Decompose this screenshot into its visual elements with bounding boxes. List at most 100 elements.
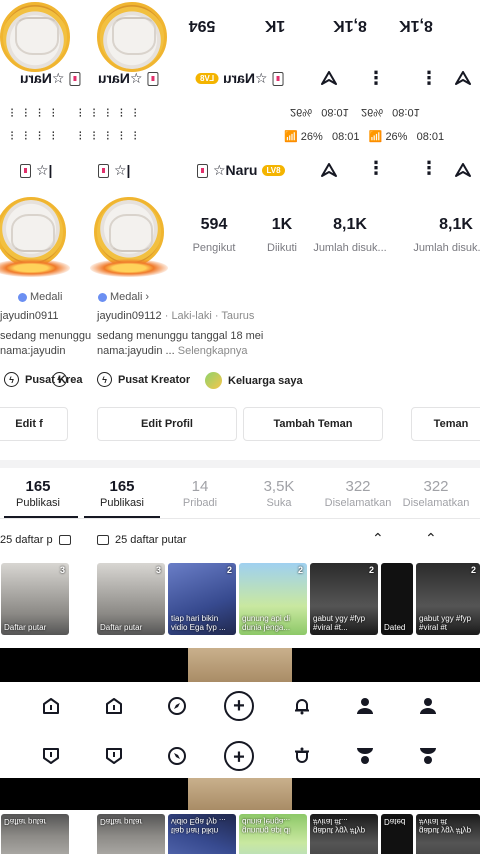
tab-value: 322 — [423, 478, 449, 495]
tab-saved[interactable]: 322 Diselamatkan — [318, 478, 398, 509]
playlist-thumb[interactable]: 2 gunung api di dunia jenga... — [239, 563, 307, 635]
friends-icon[interactable] — [104, 696, 124, 716]
status-dots-row-2: ⁝ ⁝ ⁝ ⁝ ⁝ ⁝ ⁝ ⁝ ⁝ — [10, 128, 141, 143]
name-row-center: ☆| — [98, 162, 130, 179]
thumb-caption: Dated — [384, 623, 406, 632]
avatar-frame-flame — [90, 259, 168, 277]
thumb-caption: gunung api di dunia jenga... — [242, 614, 291, 632]
playlist-thumb: Daftar putar — [1, 814, 69, 854]
profile-icon[interactable] — [355, 696, 375, 716]
video-thumb[interactable] — [188, 648, 292, 682]
avatar-left[interactable] — [0, 197, 66, 267]
tab-publications-partial[interactable]: 165 Publikasi — [0, 478, 78, 509]
chevron-up-icon-2[interactable]: ⌃ — [425, 530, 437, 547]
share-icon[interactable] — [318, 160, 340, 182]
more-icon[interactable]: ⋮ — [367, 158, 385, 179]
tab-value: 165 — [109, 478, 135, 495]
plus-icon[interactable]: + — [224, 691, 254, 721]
card-icon — [272, 71, 284, 86]
bottom-nav-mirror: + — [0, 728, 480, 780]
playlist-thumb: gunung api di dunia jenga... — [239, 814, 307, 854]
avatar[interactable] — [94, 197, 164, 267]
add-friend-button-partial[interactable]: Teman — [411, 407, 480, 441]
creator-center[interactable]: ϟ — [52, 372, 67, 387]
playlist-thumb[interactable]: 2 tiap hari bikin vidio Ega fyp ... — [168, 563, 236, 635]
mirror-stat-2: 8,1K — [333, 17, 367, 34]
discover-icon[interactable] — [167, 696, 187, 716]
bio-ellipsis: ... — [165, 345, 178, 357]
creator-center-main[interactable]: ϟ Pusat Kreator — [97, 372, 190, 387]
profile-icon-2 — [418, 746, 438, 766]
tab-publications[interactable]: 165 Publikasi — [82, 478, 162, 509]
family-link[interactable]: Keluarga saya — [205, 372, 303, 389]
share-icon-2[interactable] — [452, 160, 474, 182]
mirror-name-row-left: ☆Naru — [20, 70, 81, 87]
inbox-icon[interactable] — [292, 696, 312, 716]
profile-icon-2[interactable] — [418, 696, 438, 716]
status-bar: 📶 26% 08:01 📶 26% 08:01 — [284, 130, 444, 143]
share-icon-mirror-1[interactable] — [318, 68, 340, 90]
medal-left[interactable]: Medali — [18, 291, 62, 303]
left-bio-2: nama:jayudin — [0, 345, 66, 357]
tab-likes[interactable]: 3,5K Suka — [239, 478, 319, 509]
stat-likes[interactable]: 8,1K — [320, 216, 380, 234]
more-icon-2[interactable]: ⋮ — [420, 158, 438, 179]
add-friend-button[interactable]: Tambah Teman — [243, 407, 383, 441]
bolt-icon: ϟ — [52, 372, 67, 387]
mirror-name-row-right: ☆Naru LV8 — [196, 70, 284, 87]
tab-saved-partial[interactable]: 322 Diselamatkan — [396, 478, 476, 509]
thumb-caption: gabut ygy #fyp #viral #t... — [313, 614, 366, 632]
stat-likes-partial: 8,1K — [439, 216, 473, 233]
level-badge: LV8 — [196, 73, 219, 84]
share-icon-mirror-2[interactable] — [452, 68, 474, 90]
chevron-right-icon: › — [145, 291, 150, 303]
playlist-thumb[interactable]: 2 gabut ygy #fyp #viral #t... — [310, 563, 378, 635]
see-more-link[interactable]: Selengkapnya — [178, 345, 248, 357]
tab-private[interactable]: 14 Pribadi — [160, 478, 240, 509]
creator-label: Pusat Kreator — [118, 373, 191, 386]
thumb-caption: gabut ygy #fyp #viral #t — [419, 817, 472, 835]
playlist-thumb[interactable]: 2 gabut ygy #fyp #viral #t — [416, 563, 480, 635]
mirror-stat-4: 594 — [188, 17, 216, 34]
creator-center-left[interactable]: ϟ Pusat Krea — [4, 372, 82, 387]
playlist-thumb[interactable]: Dated — [381, 563, 413, 635]
thumb-caption: gabut ygy #fyp #viral #t... — [313, 817, 366, 835]
name-fragment: ☆| — [114, 162, 131, 178]
battery-text-4: 26% — [385, 131, 408, 143]
thumb-count: 2 — [368, 565, 374, 575]
card-icon — [147, 71, 159, 86]
playlist-icon — [58, 535, 71, 545]
medal-icon — [18, 292, 27, 302]
more-icon-mirror-2[interactable]: ⋮ — [420, 68, 438, 89]
stat-following[interactable]: 1K — [262, 216, 302, 234]
video-thumb-mirror — [188, 778, 292, 810]
playlist-header-partial[interactable]: 25 daftar p — [0, 534, 71, 546]
playlist-thumb: gabut ygy #fyp #viral #t... — [310, 814, 378, 854]
bio-line-2: nama:jayudin ... Selengkapnya — [97, 345, 247, 357]
playlist-thumb[interactable]: 3 Daftar putar — [97, 563, 165, 635]
playlist-thumb[interactable]: 3 Daftar putar — [1, 563, 69, 635]
home-icon[interactable] — [41, 696, 61, 716]
stat-likes-label: Jumlah disuk... — [313, 242, 387, 254]
mirrored-thumbs: Daftar putar Daftar putar tiap hari biki… — [0, 814, 480, 854]
stat-followers[interactable]: 594 — [193, 216, 235, 234]
medal-icon — [98, 292, 107, 302]
chevron-up-icon[interactable]: ⌃ — [372, 530, 384, 547]
thumb-count: 2 — [470, 565, 476, 575]
status-dots-row-1: ⁝ ⁝ ⁝ ⁝ ⁝ ⁝ ⁝ ⁝ ⁝ — [10, 105, 141, 120]
username: jayudin09112 — [97, 310, 162, 322]
playlist-icon — [97, 535, 109, 545]
playlist-header[interactable]: 25 daftar putar — [97, 534, 187, 546]
battery-text-3: 26% — [300, 131, 323, 143]
stat-followers-label: Pengikut — [192, 242, 236, 254]
bolt-icon: ϟ — [4, 372, 19, 387]
time-text: 08:01 — [321, 106, 349, 118]
medal-label: Medali — [110, 291, 143, 303]
mirror-name-text: ☆Naru — [20, 70, 65, 86]
edit-profile-button-partial[interactable]: Edit f — [0, 407, 68, 441]
playlist-count: 25 daftar p — [0, 534, 53, 546]
edit-profile-button[interactable]: Edit Profil — [97, 407, 237, 441]
card-icon — [98, 163, 109, 178]
more-icon-mirror-1[interactable]: ⋮ — [367, 68, 385, 89]
medal[interactable]: Medali › — [98, 291, 149, 303]
